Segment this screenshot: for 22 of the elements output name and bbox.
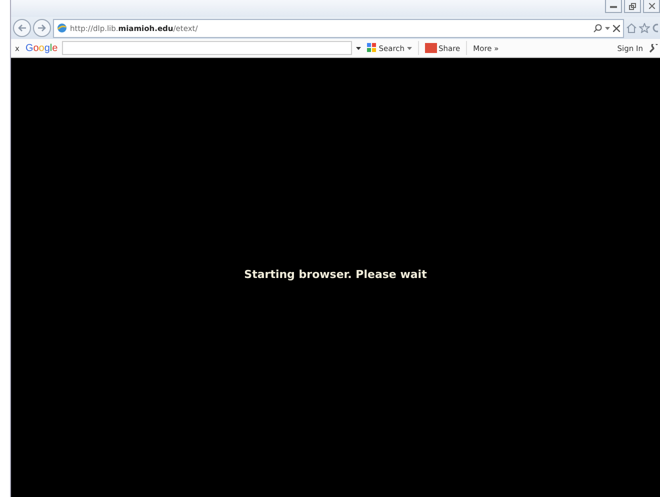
stop-icon[interactable]	[613, 24, 620, 32]
google-logo: Google	[25, 42, 58, 54]
back-arrow-icon	[17, 24, 27, 32]
star-icon[interactable]	[639, 23, 650, 33]
close-button[interactable]	[643, 0, 660, 13]
share-square-icon	[424, 43, 436, 53]
colored-squares-icon	[366, 43, 377, 53]
back-button[interactable]	[13, 19, 31, 37]
status-message: Starting browser. Please wait	[244, 268, 427, 281]
globe-icon	[57, 23, 67, 33]
minimize-button[interactable]	[605, 0, 622, 13]
restore-icon	[629, 2, 636, 10]
minimize-icon	[610, 4, 617, 8]
restore-button[interactable]	[624, 0, 641, 13]
dropdown-caret-icon[interactable]	[356, 46, 361, 50]
search-field[interactable]	[62, 41, 352, 55]
wrench-icon[interactable]	[649, 44, 658, 52]
forward-arrow-icon	[37, 24, 47, 32]
dropdown-caret-icon	[406, 46, 412, 50]
search-icon[interactable]	[593, 24, 602, 32]
forward-button[interactable]	[33, 19, 51, 37]
close-icon	[648, 3, 654, 9]
